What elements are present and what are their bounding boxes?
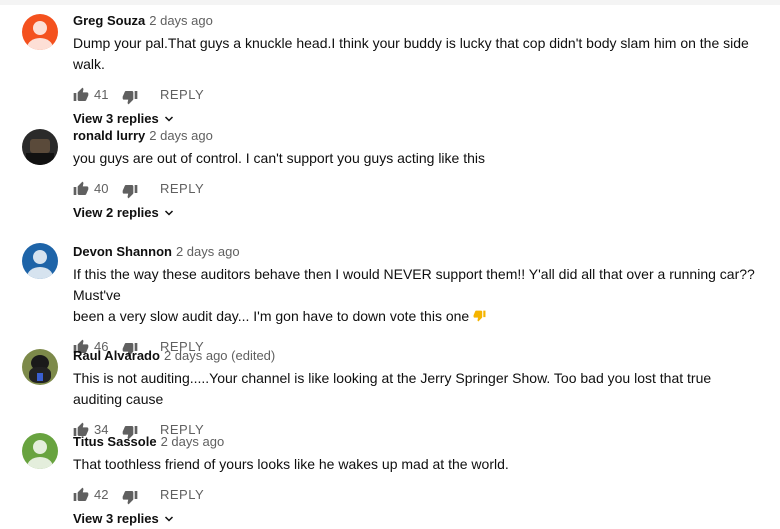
reply-button[interactable]: REPLY [160,181,204,197]
top-divider [0,0,780,5]
author-name[interactable]: ronald lurry [73,128,145,143]
view-replies-button[interactable]: View 2 replies [73,204,770,222]
comment-header: Greg Souza 2 days ago [73,12,770,30]
view-replies-label: View 3 replies [73,511,159,526]
like-count: 42 [94,487,109,502]
thumbs-up-icon[interactable] [73,87,89,103]
comment-text-line: been a very slow audit day... I'm gon ha… [73,306,763,327]
chevron-down-icon [164,210,173,216]
reply-button[interactable]: REPLY [160,87,204,103]
avatar[interactable] [22,433,58,469]
thumbs-up-icon[interactable] [73,181,89,197]
thumbs-down-emoji [473,310,486,322]
avatar[interactable] [22,243,58,279]
view-replies-label: View 3 replies [73,111,159,126]
like-count: 41 [94,87,109,102]
view-replies-label: View 2 replies [73,205,159,220]
comment-text: That toothless friend of yours looks lik… [73,456,509,472]
comment-time[interactable]: 2 days ago [149,13,213,28]
chevron-down-icon [164,516,173,522]
comment-text: Dump your pal.That guys a knuckle head.I… [73,35,749,72]
comment-time[interactable]: 2 days ago [149,128,213,143]
comment-header: Titus Sassole 2 days ago [73,433,770,451]
comment-time[interactable]: 2 days ago [176,244,240,259]
reply-button[interactable]: REPLY [160,487,204,503]
comment-actions: 42 REPLY [73,484,770,508]
view-replies-button[interactable]: View 3 replies [73,110,770,128]
like-count: 40 [94,181,109,196]
author-name[interactable]: Greg Souza [73,13,145,28]
comment-header: ronald lurry 2 days ago [73,127,770,145]
view-replies-button[interactable]: View 3 replies [73,510,770,528]
comment-time[interactable]: 2 days ago (edited) [164,348,275,363]
thumbs-down-icon[interactable] [122,183,138,199]
comment-text-line: If this the way these auditors behave th… [73,266,755,303]
thumbs-down-icon[interactable] [122,489,138,505]
comment-actions: 41 REPLY [73,84,770,108]
thumbs-down-icon[interactable] [122,89,138,105]
author-name[interactable]: Raul Alvarado [73,348,160,363]
thumbs-up-icon[interactable] [73,487,89,503]
comment-text: If this the way these auditors behave th… [73,264,763,327]
comment-header: Devon Shannon 2 days ago [73,243,770,261]
author-name[interactable]: Devon Shannon [73,244,172,259]
avatar[interactable] [22,14,58,50]
author-name[interactable]: Titus Sassole [73,434,157,449]
comment-text: This is not auditing.....Your channel is… [73,370,712,407]
avatar[interactable] [22,349,58,385]
comment-text: you guys are out of control. I can't sup… [73,150,486,166]
avatar[interactable] [22,129,58,165]
chevron-down-icon [164,116,173,122]
comment-actions: 40 REPLY [73,178,770,202]
comment-time[interactable]: 2 days ago [161,434,225,449]
comment-header: Raul Alvarado 2 days ago (edited) [73,347,770,365]
